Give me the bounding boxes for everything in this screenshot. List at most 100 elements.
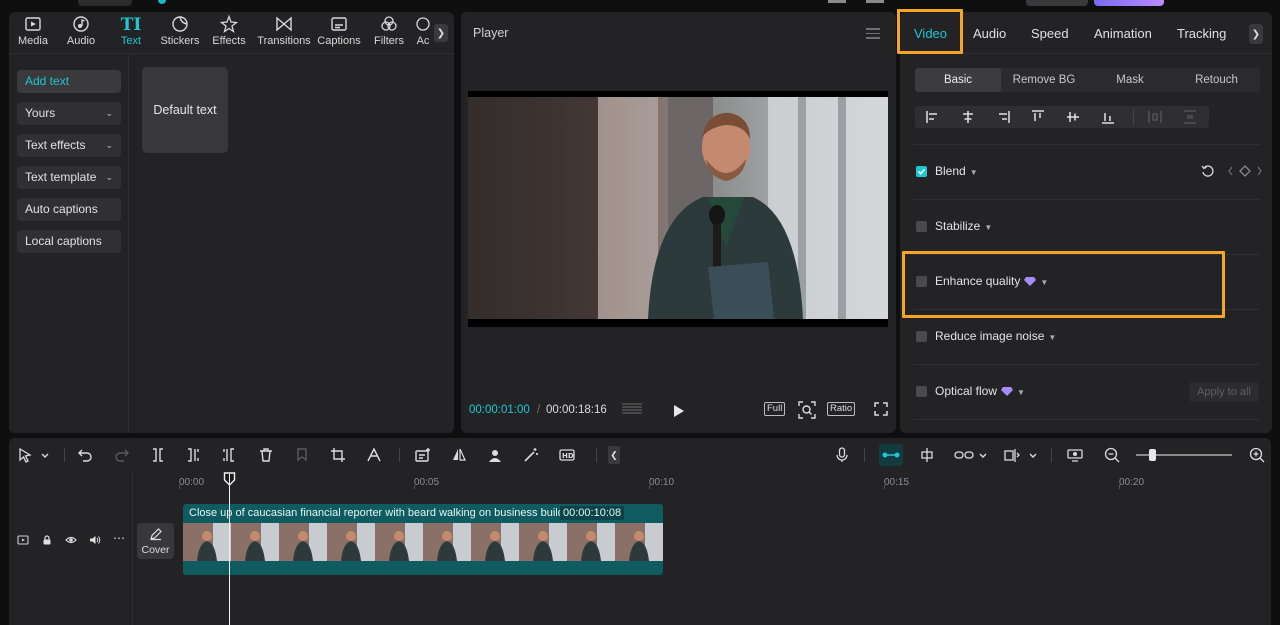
sidebar-item-local-captions[interactable]: Local captions [17, 230, 121, 253]
distribute-h-icon[interactable] [1147, 109, 1163, 125]
tab-animation[interactable]: Animation [1094, 26, 1152, 41]
text-icon: TI [120, 15, 142, 35]
screen-audio-icon[interactable] [1067, 447, 1083, 463]
reset-icon[interactable] [1201, 164, 1215, 178]
chevron-down-icon[interactable] [1028, 447, 1038, 463]
auto-reframe-icon[interactable] [366, 447, 382, 463]
align-bottom-icon[interactable] [1100, 109, 1116, 125]
tab-tracking[interactable]: Tracking [1177, 26, 1226, 41]
hd-icon[interactable]: HD [559, 447, 575, 463]
zoom-fit-icon[interactable] [798, 401, 816, 419]
stabilize-option[interactable]: Stabilize ▼ [935, 219, 992, 233]
tab-audio[interactable]: Audio [973, 26, 1006, 41]
crop-icon[interactable] [330, 447, 346, 463]
magnet-toggle[interactable] [879, 444, 903, 466]
subtab-mask[interactable]: Mask [1087, 68, 1173, 92]
full-button[interactable]: Full [764, 402, 786, 416]
eye-icon[interactable] [65, 534, 77, 546]
keyframe-icon[interactable] [1227, 164, 1263, 178]
reduce-noise-option[interactable]: Reduce image noise ▼ [935, 329, 1056, 343]
reduce-noise-checkbox[interactable] [916, 331, 927, 342]
redo-icon[interactable] [114, 447, 130, 463]
tab-transitions[interactable]: Transitions [257, 15, 311, 53]
sidebar-item-yours[interactable]: Yours ⌄ [17, 102, 121, 125]
tab-audio[interactable]: Audio [66, 15, 96, 53]
tab-adjust[interactable]: Ac [415, 15, 431, 53]
timeline-ruler[interactable]: 00:00 00:05 00:10 00:15 00:20 [179, 476, 1269, 490]
video-preview[interactable] [468, 91, 888, 327]
stabilize-checkbox[interactable] [916, 221, 927, 232]
volume-icon[interactable] [89, 534, 101, 546]
tab-stickers[interactable]: Stickers [159, 15, 201, 53]
default-text-card[interactable]: Default text [142, 67, 228, 153]
blend-checkbox[interactable] [916, 166, 927, 177]
zoom-slider-handle[interactable] [1149, 449, 1156, 461]
playhead[interactable] [229, 474, 230, 625]
sidebar-item-text-template[interactable]: Text template ⌄ [17, 166, 121, 189]
tab-captions[interactable]: Captions [317, 15, 361, 53]
delete-icon[interactable] [258, 447, 274, 463]
add-text-icon[interactable] [415, 447, 431, 463]
subtab-retouch[interactable]: Retouch [1173, 68, 1260, 92]
subtab-basic[interactable]: Basic [915, 68, 1001, 92]
waveform-icon[interactable] [621, 402, 643, 416]
tab-effects[interactable]: Effects [211, 15, 247, 53]
magic-wand-icon[interactable] [523, 447, 539, 463]
zoom-in-icon[interactable] [1249, 447, 1265, 463]
more-options-icon[interactable]: ⋯ [113, 531, 125, 545]
blend-option[interactable]: Blend ▼ [935, 164, 978, 178]
option-label: Optical flow [935, 384, 998, 398]
split-icon[interactable] [150, 447, 166, 463]
chevron-left-icon[interactable]: ❮ [608, 446, 620, 464]
sidebar-item-add-text[interactable]: Add text [17, 70, 121, 93]
tab-text[interactable]: TI Text [117, 15, 145, 53]
lock-icon[interactable] [41, 534, 53, 546]
menu-button[interactable] [78, 0, 132, 6]
fullscreen-icon[interactable] [874, 402, 888, 416]
chevron-down-icon[interactable] [40, 447, 50, 463]
zoom-out-icon[interactable] [1104, 447, 1120, 463]
split-right-icon[interactable] [221, 447, 237, 463]
distribute-v-icon[interactable] [1182, 109, 1198, 125]
ratio-button[interactable]: Ratio [827, 402, 856, 416]
split-left-icon[interactable] [185, 447, 201, 463]
align-left-icon[interactable] [925, 109, 941, 125]
chevron-right-icon[interactable]: ❯ [1249, 24, 1263, 44]
menu-icon[interactable] [866, 28, 880, 42]
top-icon[interactable] [866, 0, 884, 3]
sidebar-item-text-effects[interactable]: Text effects ⌄ [17, 134, 121, 157]
subtab-remove-bg[interactable]: Remove BG [1001, 68, 1087, 92]
sidebar-item-auto-captions[interactable]: Auto captions [17, 198, 121, 221]
align-center-h-icon[interactable] [960, 109, 976, 125]
ruler-tick [179, 485, 180, 489]
apply-to-all-button[interactable]: Apply to all [1189, 382, 1259, 402]
undo-icon[interactable] [77, 447, 93, 463]
video-clip[interactable]: Close up of caucasian financial reporter… [183, 504, 663, 575]
optical-flow-checkbox[interactable] [916, 386, 927, 397]
align-right-icon[interactable] [995, 109, 1011, 125]
mark-icon[interactable] [294, 447, 310, 463]
export-button[interactable] [1094, 0, 1164, 6]
tab-speed[interactable]: Speed [1031, 26, 1069, 41]
track-video-icon[interactable] [17, 534, 29, 546]
divider [913, 364, 1260, 365]
snap-icon[interactable] [919, 447, 935, 463]
tab-media[interactable]: Media [17, 15, 49, 53]
transitions-icon [276, 16, 292, 32]
optical-flow-option[interactable]: Optical flow ▼ [935, 384, 1025, 398]
link-icon[interactable] [954, 447, 974, 463]
align-top-icon[interactable] [1030, 109, 1046, 125]
top-icon[interactable] [828, 0, 846, 3]
preview-axis-icon[interactable] [1004, 447, 1020, 463]
mirror-icon[interactable] [451, 447, 467, 463]
chevron-down-icon[interactable] [978, 447, 988, 463]
play-icon[interactable] [673, 404, 685, 418]
chevron-right-icon[interactable]: ❯ [434, 24, 448, 42]
microphone-icon[interactable] [834, 447, 850, 463]
align-center-v-icon[interactable] [1065, 109, 1081, 125]
cover-button[interactable]: Cover [137, 523, 174, 559]
remove-bg-icon[interactable] [487, 447, 503, 463]
share-button[interactable] [1026, 0, 1088, 6]
select-cursor-icon[interactable] [17, 447, 33, 463]
tab-filters[interactable]: Filters [373, 15, 405, 53]
